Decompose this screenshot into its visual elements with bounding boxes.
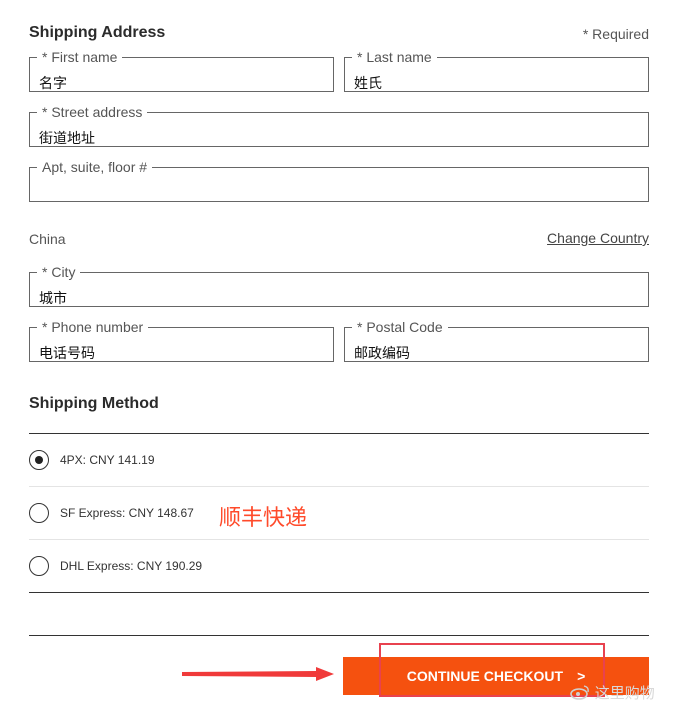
city-label: * City <box>42 264 76 280</box>
city-input[interactable] <box>39 290 639 306</box>
radio-dot <box>35 456 43 464</box>
apt-suite-input[interactable] <box>39 185 639 201</box>
watermark: 这里购物 <box>570 682 655 703</box>
divider <box>29 539 649 540</box>
street-address-label: * Street address <box>42 104 143 120</box>
phone-number-label: * Phone number <box>42 319 144 335</box>
postal-code-field[interactable]: * Postal Code <box>344 320 649 362</box>
divider <box>29 433 649 434</box>
required-note: * Required <box>582 26 649 42</box>
radio-button-selected[interactable] <box>29 450 49 470</box>
shipping-address-heading: Shipping Address <box>29 24 166 41</box>
street-address-input[interactable] <box>39 130 639 146</box>
shipping-option-label: SF Express: CNY 148.67 <box>60 506 194 520</box>
shipping-option-sf-express[interactable]: SF Express: CNY 148.67 <box>29 499 649 529</box>
divider <box>29 592 649 593</box>
country-value: China <box>29 231 66 247</box>
shipping-option-4px[interactable]: 4PX: CNY 141.19 <box>29 446 649 476</box>
continue-checkout-label: CONTINUE CHECKOUT <box>406 668 564 684</box>
postal-code-input[interactable] <box>354 345 639 361</box>
last-name-label: * Last name <box>357 49 432 65</box>
last-name-field[interactable]: * Last name <box>344 50 649 92</box>
first-name-label: * First name <box>42 49 118 65</box>
postal-code-label: * Postal Code <box>357 319 443 335</box>
last-name-input[interactable] <box>354 75 639 91</box>
arrow-annotation-icon <box>182 667 334 681</box>
shipping-option-label: DHL Express: CNY 190.29 <box>60 559 203 573</box>
radio-button[interactable] <box>29 556 49 576</box>
change-country-link[interactable]: Change Country <box>547 230 649 246</box>
divider <box>29 486 649 487</box>
first-name-input[interactable] <box>39 75 324 91</box>
city-field[interactable]: * City <box>29 265 649 307</box>
weibo-logo-icon <box>570 685 589 700</box>
divider <box>29 635 649 636</box>
phone-number-field[interactable]: * Phone number <box>29 320 334 362</box>
radio-button[interactable] <box>29 503 49 523</box>
shipping-option-dhl-express[interactable]: DHL Express: CNY 190.29 <box>29 552 649 582</box>
apt-suite-label: Apt, suite, floor # <box>42 159 148 175</box>
shipping-method-heading: Shipping Method <box>29 395 159 412</box>
phone-number-input[interactable] <box>39 345 324 361</box>
street-address-field[interactable]: * Street address <box>29 105 649 147</box>
shipping-option-label: 4PX: CNY 141.19 <box>60 453 155 467</box>
apt-suite-field[interactable]: Apt, suite, floor # <box>29 160 649 202</box>
first-name-field[interactable]: * First name <box>29 50 334 92</box>
watermark-text: 这里购物 <box>594 684 655 702</box>
sf-express-annotation: 顺丰快递 <box>219 506 308 531</box>
